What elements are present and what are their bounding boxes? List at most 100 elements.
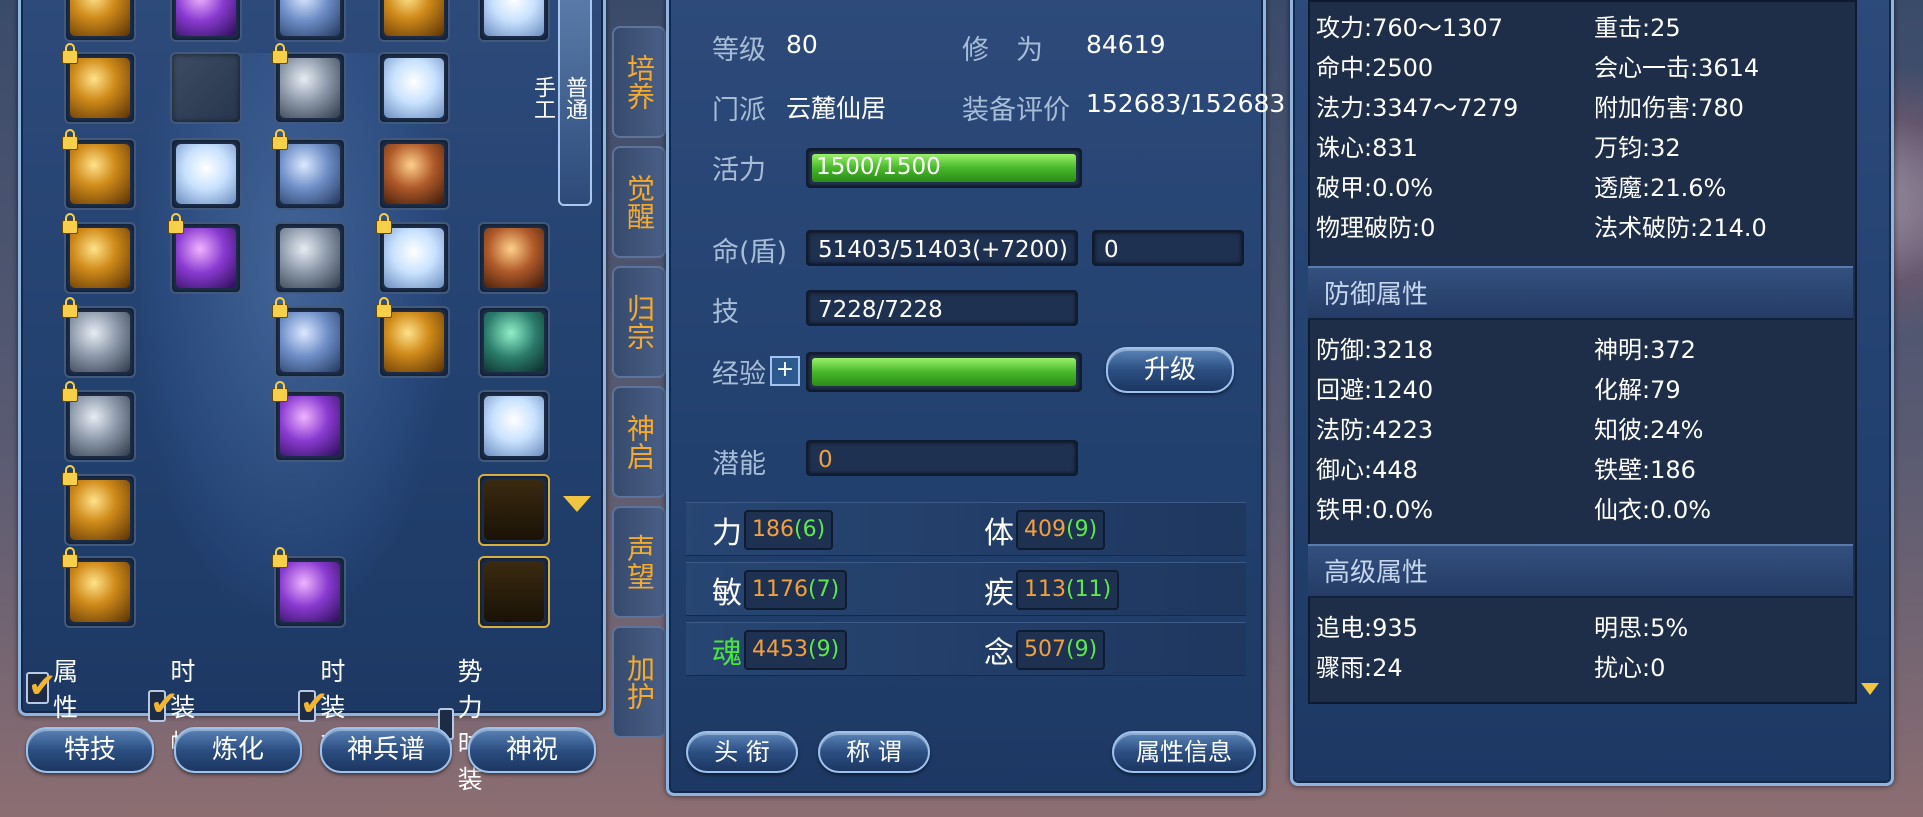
equipment-item-icon[interactable] <box>176 0 236 36</box>
equipment-slot[interactable] <box>62 297 136 378</box>
attribute-item: 神明:372 <box>1594 336 1696 364</box>
equipment-slot[interactable] <box>272 381 346 462</box>
equipment-slot[interactable] <box>272 43 346 124</box>
equipment-slot[interactable] <box>62 213 136 294</box>
attribute-item: 会心一击:3614 <box>1594 54 1760 82</box>
equipment-slot[interactable] <box>274 222 346 294</box>
equipment-item-icon[interactable] <box>70 0 130 36</box>
equipment-item-icon[interactable] <box>70 312 130 372</box>
scroll-down-arrow-icon[interactable] <box>563 496 591 512</box>
equipment-item-icon[interactable] <box>384 312 444 372</box>
equipment-slot[interactable] <box>376 213 450 294</box>
cultivation-value: 84619 <box>1086 30 1166 59</box>
appellation-button[interactable]: 称 谓 <box>818 731 930 773</box>
checkbox-attribute[interactable]: 属性 <box>26 652 87 724</box>
equipment-item-icon[interactable] <box>70 228 130 288</box>
equipment-item-icon[interactable] <box>70 58 130 118</box>
attribute-item: 御心:448 <box>1316 456 1418 484</box>
lock-icon <box>272 129 288 150</box>
equipment-item-icon[interactable] <box>70 396 130 456</box>
equipment-item-icon[interactable] <box>384 58 444 118</box>
checkbox-icon[interactable] <box>298 684 329 724</box>
equipment-slot[interactable] <box>62 43 136 124</box>
equipment-item-icon[interactable] <box>384 228 444 288</box>
checkbox-faction-fashion[interactable]: 势力时装 <box>438 652 499 796</box>
equipment-slot[interactable] <box>378 0 450 42</box>
equipment-slot[interactable] <box>272 547 346 628</box>
equipment-item-icon[interactable] <box>280 228 340 288</box>
equipment-slot[interactable] <box>170 52 242 124</box>
attribute-scroll-down-icon[interactable] <box>1861 683 1879 695</box>
equipment-slot[interactable] <box>64 0 136 42</box>
refine-button[interactable]: 炼化 <box>174 727 302 773</box>
attribute-item: 防御:3218 <box>1316 336 1434 364</box>
vitality-value: 1500/1500 <box>816 154 941 180</box>
equipment-slot[interactable] <box>478 556 550 628</box>
checkbox-icon[interactable] <box>26 666 57 706</box>
special-skill-button[interactable]: 特技 <box>26 727 154 773</box>
equipment-slot[interactable] <box>478 222 550 294</box>
equipment-slot[interactable] <box>170 0 242 42</box>
equipment-slot[interactable] <box>376 297 450 378</box>
checkbox-icon[interactable] <box>148 684 179 724</box>
equipment-item-icon[interactable] <box>280 58 340 118</box>
equipment-item-icon[interactable] <box>176 228 236 288</box>
attribute-item: 诛心:831 <box>1316 134 1418 162</box>
weapon-codex-button[interactable]: 神兵谱 <box>320 727 452 773</box>
equipment-item-icon[interactable] <box>280 562 340 622</box>
attribute-item: 物理破防:0 <box>1316 214 1436 242</box>
upgrade-button[interactable]: 升级 <box>1106 347 1234 393</box>
title-button[interactable]: 头 衔 <box>686 731 798 773</box>
stat-mind-value: 507(9) <box>1016 630 1106 670</box>
equipment-slot[interactable] <box>62 129 136 210</box>
equipment-slot[interactable] <box>378 52 450 124</box>
equipment-slot[interactable] <box>478 474 550 546</box>
equipment-slot[interactable] <box>168 213 242 294</box>
tab-return[interactable]: 归宗 <box>612 266 666 378</box>
tab-cultivate[interactable]: 培养 <box>612 26 666 138</box>
attribute-item: 法防:4223 <box>1316 416 1434 444</box>
stat-soul-value: 4453(9) <box>744 630 848 670</box>
equipment-slot[interactable] <box>62 381 136 462</box>
equipment-slot[interactable] <box>478 390 550 462</box>
tab-handmade[interactable]: 手工 <box>526 0 558 204</box>
blessing-button[interactable]: 神祝 <box>468 727 596 773</box>
tab-reputation[interactable]: 声望 <box>612 506 666 618</box>
equipment-slot[interactable] <box>274 0 346 42</box>
tab-protection[interactable]: 加护 <box>612 626 666 738</box>
equipment-item-icon[interactable] <box>384 0 444 36</box>
equipment-item-icon[interactable] <box>70 562 130 622</box>
equipment-item-icon[interactable] <box>484 480 544 540</box>
equipment-item-icon[interactable] <box>484 312 544 372</box>
equipment-slot[interactable] <box>272 297 346 378</box>
equipment-slot[interactable] <box>478 306 550 378</box>
equipment-slot[interactable] <box>378 138 450 210</box>
exp-label: 经验 <box>712 359 766 390</box>
lock-icon <box>272 297 288 318</box>
equipment-slot[interactable] <box>170 138 242 210</box>
equipment-item-icon[interactable] <box>484 228 544 288</box>
equipment-item-icon[interactable] <box>280 312 340 372</box>
tab-normal[interactable]: 普通 <box>558 0 590 204</box>
equipment-item-icon[interactable] <box>384 144 444 204</box>
equipment-item-icon[interactable] <box>280 396 340 456</box>
equipment-item-icon[interactable] <box>70 144 130 204</box>
equipment-item-icon[interactable] <box>176 144 236 204</box>
equipment-slot[interactable] <box>62 465 136 546</box>
equipment-item-icon[interactable] <box>280 0 340 36</box>
skill-label: 技 <box>712 297 739 328</box>
skill-value: 7228/7228 <box>806 290 1078 326</box>
exp-add-icon[interactable]: + <box>770 356 800 386</box>
attribute-item: 透魔:21.6% <box>1594 174 1727 202</box>
equipment-item-icon[interactable] <box>484 396 544 456</box>
attribute-info-button[interactable]: 属性信息 <box>1112 731 1256 773</box>
lock-icon <box>62 129 78 150</box>
equipment-item-icon[interactable] <box>70 480 130 540</box>
equipment-item-icon[interactable] <box>484 562 544 622</box>
tab-divine[interactable]: 神启 <box>612 386 666 498</box>
tab-awaken[interactable]: 觉醒 <box>612 146 666 258</box>
equipment-slot[interactable] <box>272 129 346 210</box>
slot-type-tabs[interactable]: 普通 手工 <box>530 0 592 206</box>
equipment-slot[interactable] <box>62 547 136 628</box>
equipment-item-icon[interactable] <box>280 144 340 204</box>
